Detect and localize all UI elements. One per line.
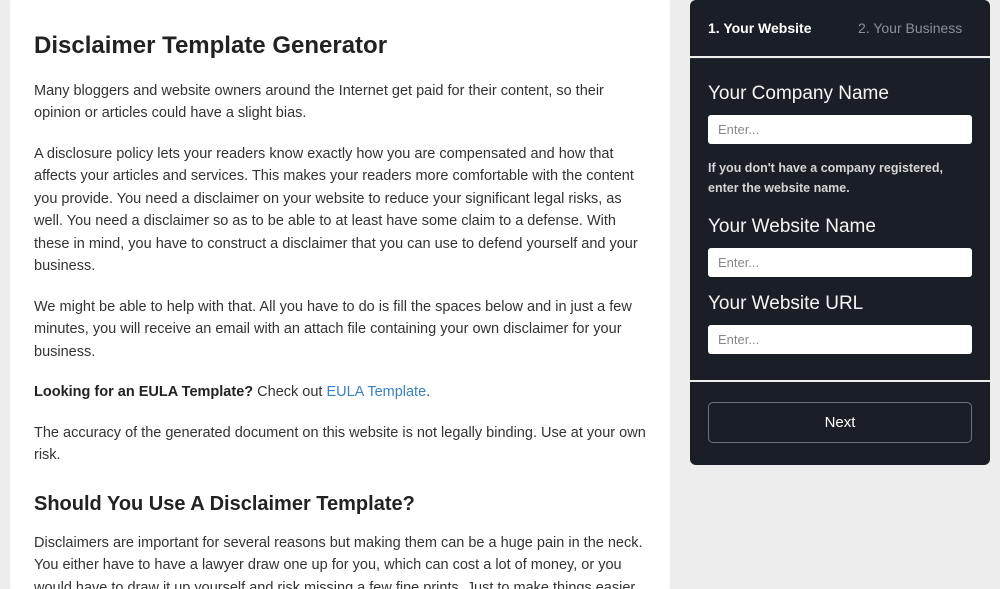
company-name-input[interactable] [708,115,972,144]
eula-template-link[interactable]: EULA Template [326,384,426,400]
company-name-label: Your Company Name [708,83,972,105]
website-url-input[interactable] [708,325,972,354]
intro-paragraph-1: Many bloggers and website owners around … [34,80,646,125]
section-heading: Should You Use A Disclaimer Template? [34,493,646,516]
eula-callout: Looking for an EULA Template? Check out … [34,381,646,403]
company-name-hint: If you don't have a company registered, … [708,158,972,198]
button-panel: Next [690,382,990,465]
next-button[interactable]: Next [708,402,972,443]
accuracy-disclaimer: The accuracy of the generated document o… [34,422,646,467]
website-url-group: Your Website URL [708,293,972,354]
company-name-group: Your Company Name If you don't have a co… [708,83,972,198]
main-content: Disclaimer Template Generator Many blogg… [10,0,670,589]
intro-paragraph-3: We might be able to help with that. All … [34,296,646,363]
website-url-label: Your Website URL [708,293,972,315]
website-name-group: Your Website Name [708,216,972,277]
tab-your-business[interactable]: 2. Your Business [840,0,990,56]
eula-middle: Check out [253,384,326,400]
website-name-input[interactable] [708,248,972,277]
tab-your-website[interactable]: 1. Your Website [690,0,840,56]
eula-prefix: Looking for an EULA Template? [34,384,253,400]
step-tabs: 1. Your Website 2. Your Business [690,0,990,56]
eula-suffix: . [426,384,430,400]
page-title: Disclaimer Template Generator [34,32,646,60]
section-paragraph: Disclaimers are important for several re… [34,532,646,589]
form-panel: Your Company Name If you don't have a co… [690,58,990,380]
intro-paragraph-2: A disclosure policy lets your readers kn… [34,143,646,278]
website-name-label: Your Website Name [708,216,972,238]
sidebar-form: 1. Your Website 2. Your Business Your Co… [690,0,990,589]
